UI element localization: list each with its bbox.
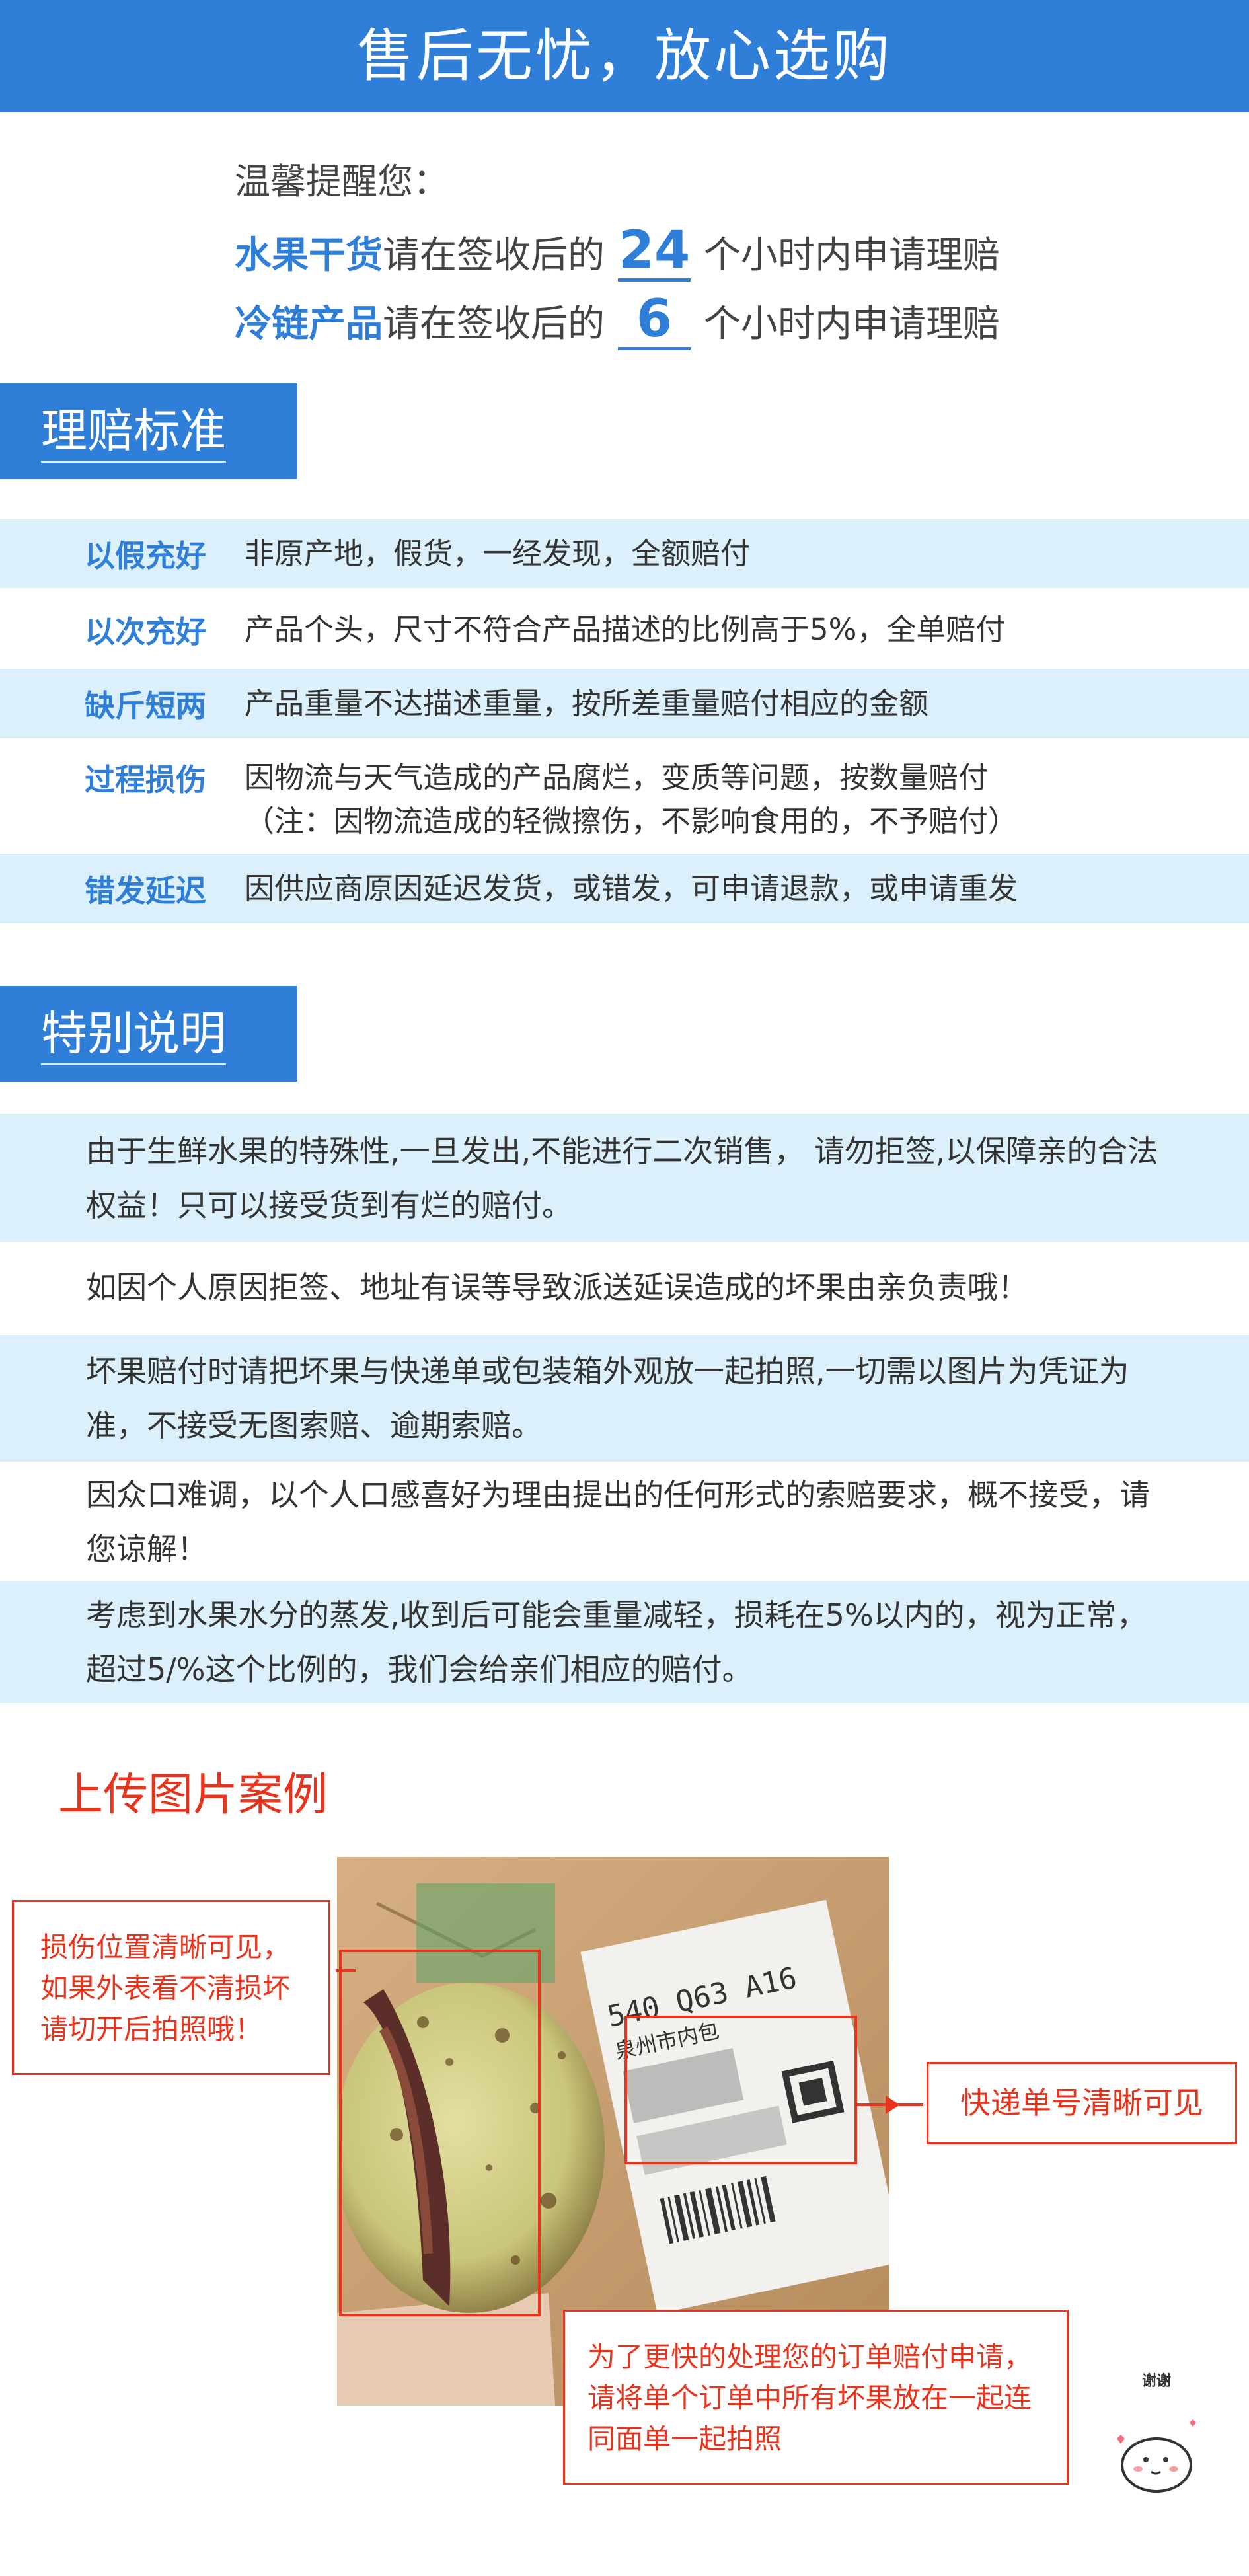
reminder-row-cold: 冷链产品 请在签收后的 6 个小时内申请理赔	[235, 286, 1160, 355]
standard-value: 因供应商原因延迟发货，或错发，可申请退款，或申请重发	[245, 870, 1018, 906]
tracking-callout: 快递单号清晰可见	[927, 2062, 1237, 2144]
reminder-prefix: 请在签收后的	[383, 233, 605, 277]
reminder-block: 温馨提醒您： 水果干货 请在签收后的 24 个小时内申请理赔 冷链产品 请在签收…	[235, 152, 1160, 355]
reminder-suffix: 个小时内申请理赔	[704, 233, 1000, 277]
reminder-suffix: 个小时内申请理赔	[704, 302, 1000, 346]
damage-highlight-box	[339, 1950, 541, 2316]
page-banner: 售后无忧，放心选购	[0, 0, 1249, 112]
reminder-lead: 温馨提醒您：	[235, 161, 449, 202]
special-note: 考虑到水果水分的蒸发,收到后可能会重量减轻，损耗在5%以内的，视为正常，超过5/…	[0, 1581, 1249, 1703]
standard-row: 以次充好 产品个头，尺寸不符合产品描述的比例高于5%，全单赔付	[0, 595, 1249, 664]
mascot-icon: 谢谢	[1117, 2372, 1196, 2493]
standard-value: 产品重量不达描述重量，按所差重量赔付相应的金额	[245, 685, 929, 721]
section-title-special: 特别说明	[0, 986, 297, 1082]
reminder-hours: 6	[618, 291, 691, 350]
standard-key: 以假充好	[85, 537, 206, 574]
standard-note: （注：因物流造成的轻微擦伤，不影响食用的，不予赔付）	[245, 804, 1018, 839]
tracking-highlight-box	[624, 2016, 857, 2164]
standard-key: 缺斤短两	[85, 687, 206, 724]
reminder-hours: 24	[618, 220, 691, 282]
standard-row: 以假充好 非原产地，假货，一经发现，全额赔付	[0, 519, 1249, 588]
damage-connector	[336, 1969, 356, 1972]
standard-key: 以次充好	[85, 613, 206, 650]
tracking-arrow-icon	[886, 2096, 900, 2114]
standard-key: 错发延迟	[85, 872, 206, 909]
reminder-row-dry: 水果干货 请在签收后的 24 个小时内申请理赔	[235, 217, 1160, 286]
damage-callout: 损伤位置清晰可见，如果外表看不清损坏请切开后拍照哦！	[12, 1900, 330, 2075]
standard-value: 产品个头，尺寸不符合产品描述的比例高于5%，全单赔付	[245, 611, 1006, 647]
reminder-category: 水果干货	[235, 233, 383, 277]
standard-row: 错发延迟 因供应商原因延迟发货，或错发，可申请退款，或申请重发	[0, 854, 1249, 923]
mascot: 谢谢	[1105, 2359, 1204, 2498]
reminder-prefix: 请在签收后的	[383, 302, 605, 346]
special-note: 如因个人原因拒签、地址有误等导致派送延误造成的坏果由亲负责哦！	[86, 1269, 1028, 1305]
standard-row: 缺斤短两 产品重量不达描述重量，按所差重量赔付相应的金额	[0, 669, 1249, 738]
order-callout: 为了更快的处理您的订单赔付申请，请将单个订单中所有坏果放在一起连同面单一起拍照	[563, 2310, 1069, 2485]
special-note: 因众口难调，以个人口感喜好为理由提出的任何形式的索赔要求，概不接受，请您谅解！	[86, 1476, 1150, 1567]
mascot-text: 谢谢	[1142, 2372, 1171, 2390]
upload-case-title: 上传图片案例	[58, 1769, 328, 1821]
standard-key: 过程损伤	[85, 762, 206, 798]
standard-row: 过程损伤 因物流与天气造成的产品腐烂，变质等问题，按数量赔付 （注：因物流造成的…	[0, 745, 1249, 852]
section-title-standards: 理赔标准	[0, 383, 297, 479]
reminder-category: 冷链产品	[235, 302, 383, 346]
special-note: 由于生鲜水果的特殊性,一旦发出,不能进行二次销售， 请勿拒签,以保障亲的合法权益…	[0, 1114, 1249, 1242]
standard-value: 非原产地，假货，一经发现，全额赔付	[245, 535, 751, 571]
special-note: 坏果赔付时请把坏果与快递单或包装箱外观放一起拍照,一切需以图片为凭证为准，不接受…	[0, 1335, 1249, 1462]
standard-value: 因物流与天气造成的产品腐烂，变质等问题，按数量赔付	[245, 760, 989, 795]
